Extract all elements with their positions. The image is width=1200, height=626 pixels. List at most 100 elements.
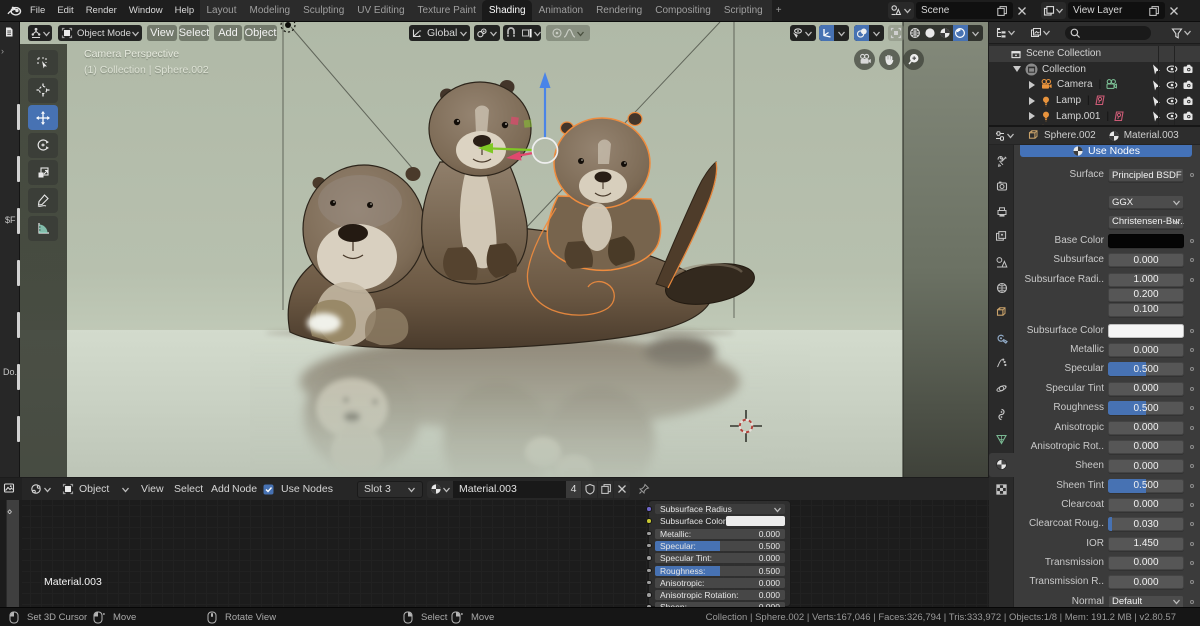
gizmo-plane-y[interactable] [523,119,532,128]
tab-layout[interactable]: Layout [200,0,243,21]
restrict-select-icon[interactable] [1148,110,1164,122]
shading-solid-button[interactable] [923,25,938,41]
prop-value-slider[interactable]: 0.000 [1108,497,1184,512]
restrict-render-icon[interactable] [1180,63,1196,75]
node-row-subsurface-color[interactable]: Subsurface Color [646,516,785,527]
scene-selector-button[interactable] [888,2,914,19]
fake-user-shield-icon[interactable] [582,480,597,498]
outliner-row-lamp[interactable]: Lamp | [989,93,1200,109]
prop-value-slider[interactable]: 0.000 [1108,381,1184,396]
decorator-dot[interactable] [1190,541,1194,546]
view-layer-name-field[interactable]: View Layer [1068,2,1165,19]
prop-select-ggx[interactable]: GGX [1108,195,1184,210]
prop-color-swatch[interactable] [1108,234,1184,249]
restrict-view-icon[interactable] [1164,79,1180,91]
shader-canvas[interactable]: Material.003 Subsurface Radius Subsurface… [22,500,989,607]
tab-shading[interactable]: Shading [482,0,533,21]
properties-tab-constraints[interactable] [989,402,1014,426]
properties-tab-world[interactable] [989,276,1014,300]
new-material-icon[interactable] [598,480,613,498]
decorator-dot[interactable] [1190,406,1194,411]
shading-material-button[interactable] [938,25,953,41]
properties-tab-physics[interactable] [989,377,1014,401]
shader-menu-add[interactable]: Add [211,483,230,495]
decorator-dot[interactable] [1190,599,1194,604]
properties-tab-output[interactable] [989,200,1014,224]
decorator-dot[interactable] [1190,444,1194,449]
outliner-item-label[interactable]: Camera [1057,79,1093,90]
node-row-roughness-[interactable]: Roughness: 0.500 [646,565,785,576]
gizmo-plane-x[interactable] [510,116,519,126]
properties-tab-object[interactable] [989,301,1014,325]
proportional-edit-icon[interactable] [551,27,563,39]
properties-tab-material[interactable] [989,452,1014,477]
decorator-dot[interactable] [1190,258,1194,263]
editor-type-button[interactable] [28,25,52,41]
outliner-search-input[interactable] [1065,25,1151,40]
shader-editor[interactable]: ‹› Material.003 Subsurface Radius Subsurf… [0,477,989,607]
tab-uv-editing[interactable]: UV Editing [351,0,411,21]
principled-bsdf-node[interactable]: Subsurface Radius Subsurface Color Metalli… [646,500,791,607]
prop-value-slider[interactable]: 0.000 [1108,253,1184,268]
restrict-view-icon[interactable] [1164,110,1180,122]
node-row-specular-[interactable]: Specular: 0.500 [646,540,785,551]
outliner-row-scene collection[interactable]: Scene Collection [989,46,1200,62]
properties-tab-tool[interactable] [989,149,1014,173]
node-socket[interactable] [646,530,652,537]
disclosure-triangle-icon[interactable] [1012,64,1022,74]
node-row-anisotropic-[interactable]: Anisotropic: 0.000 [646,577,785,588]
snap-magnet-icon[interactable] [505,27,517,39]
blender-logo-icon[interactable] [7,3,22,18]
snapping-group[interactable] [503,25,541,41]
menu-file[interactable]: File [24,0,51,21]
prop-value-slider[interactable]: 0.000 [1108,575,1184,590]
viewport-menu-view[interactable]: View [147,25,177,41]
properties-editor-icon[interactable] [994,130,1006,142]
viewport-menu-add[interactable]: Add [214,25,242,41]
decorator-dot[interactable] [1190,386,1194,391]
prop-value-field[interactable]: 1.000 [1108,272,1184,287]
tool-annotate[interactable] [28,188,58,213]
menu-render[interactable]: Render [80,0,123,21]
remove-view-layer-icon[interactable] [1168,5,1180,17]
tool-measure[interactable] [28,215,58,241]
properties-tab-data[interactable] [989,427,1014,451]
gizmo-dropdown[interactable] [834,29,849,38]
proportional-edit-group[interactable] [546,25,590,41]
decorator-dot[interactable] [1190,522,1194,527]
disclosure-triangle-icon[interactable] [1027,111,1037,121]
show-gizmo-toggle[interactable] [819,25,834,41]
prop-value-slider[interactable]: 0.000 [1108,420,1184,435]
node-socket[interactable] [646,592,652,598]
file-browser-icon[interactable] [3,26,15,38]
3d-viewport[interactable]: Object Mode View Select Add Object Global Cam… [20,22,988,477]
decorator-dot[interactable] [1190,173,1194,177]
falloff-curve-icon[interactable] [563,27,576,39]
tab-scripting[interactable]: Scripting [717,0,769,21]
prop-value-field[interactable]: 0.200 [1108,287,1184,302]
properties-tab-render[interactable] [989,174,1014,198]
tab-rendering[interactable]: Rendering [590,0,649,21]
outliner-row-camera[interactable]: Camera | [989,77,1200,93]
node-color-swatch[interactable] [725,516,785,527]
prop-color-swatch[interactable] [1108,323,1184,338]
prop-value-slider[interactable]: 0.500 [1108,362,1184,377]
overlays-dropdown[interactable] [869,29,884,38]
shader-mode-label[interactable]: Object [79,483,109,495]
prop-value-slider[interactable]: 0.000 [1108,555,1184,570]
node-row-anisotropic-rotation-[interactable]: Anisotropic Rotation: 0.000 [646,590,785,601]
decorator-dot[interactable] [1190,348,1194,353]
prop-value-slider[interactable]: 0.000 [1108,439,1184,454]
outliner-item-label[interactable]: Collection [1042,64,1086,75]
restrict-view-icon[interactable] [1164,63,1180,75]
shader-menu-select[interactable]: Select [174,483,203,495]
gizmo-y-axis[interactable] [491,147,533,152]
outliner-item-label[interactable]: Lamp.001 [1056,111,1100,122]
image-editor-icon[interactable] [3,482,15,494]
shader-menu-node[interactable]: Node [232,483,257,495]
add-workspace-button[interactable]: + [769,0,788,21]
node-row-metallic-[interactable]: Metallic: 0.000 [646,528,785,539]
breadcrumb-material[interactable]: Material.003 [1124,130,1179,141]
view-layer-selector-button[interactable] [1041,2,1066,19]
show-overlays-toggle[interactable] [854,25,869,41]
